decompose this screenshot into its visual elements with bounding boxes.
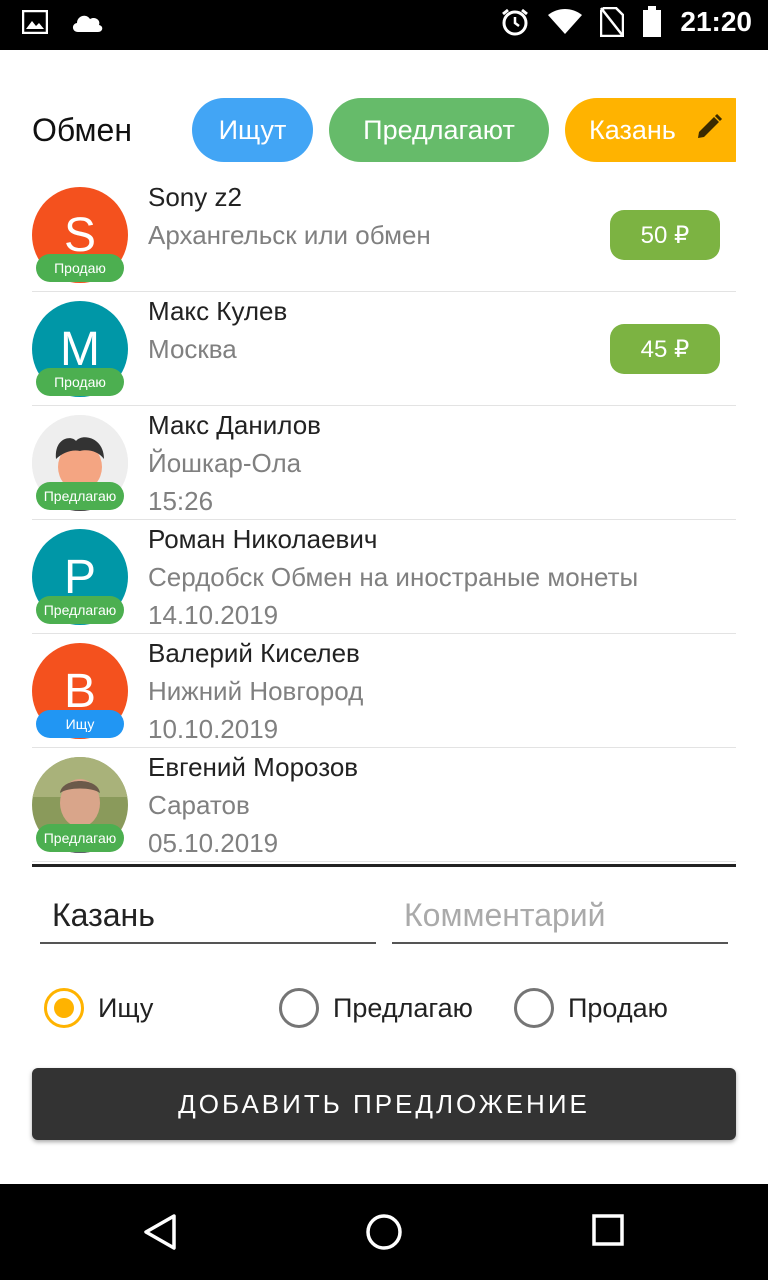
- radio-unchecked-icon: [514, 988, 554, 1028]
- listing-name: Sony z2: [148, 182, 242, 212]
- listing-subtitle: Сердобск Обмен на иностраные монеты: [148, 562, 639, 592]
- list-item[interactable]: Предлагаю Евгений Морозов Саратов 05.10.…: [32, 748, 736, 862]
- status-badge: Предлагаю: [36, 596, 124, 624]
- radio-label: Ищу: [98, 992, 154, 1023]
- section-divider: [32, 864, 736, 867]
- listing-date: 05.10.2019: [148, 828, 279, 858]
- listing-date: 14.10.2019: [148, 600, 279, 630]
- home-icon[interactable]: [364, 1212, 404, 1256]
- price-badge: 50 ₽: [610, 210, 720, 260]
- list-item[interactable]: P Предлагаю Роман Николаевич Сердобск Об…: [32, 520, 736, 634]
- listing-subtitle: Нижний Новгород: [148, 676, 364, 706]
- status-badge: Продаю: [36, 368, 124, 396]
- comment-field[interactable]: Комментарий: [392, 888, 728, 944]
- filter-chip-seek[interactable]: Ищут: [192, 98, 313, 162]
- status-bar: 21:20: [0, 0, 768, 50]
- listing-name: Макс Кулев: [148, 296, 288, 326]
- radio-sell[interactable]: Продаю: [514, 988, 668, 1028]
- radio-checked-icon: [44, 988, 84, 1028]
- list-item[interactable]: Предлагаю Макс Данилов Йошкар-Ола 15:26: [32, 406, 736, 520]
- listing-date: 10.10.2019: [148, 714, 279, 744]
- battery-icon: [642, 6, 662, 38]
- header: Обмен Ищут Предлагают Казань: [0, 98, 768, 164]
- radio-label: Продаю: [568, 992, 668, 1023]
- page-title: Обмен: [32, 112, 132, 148]
- list-item[interactable]: B Ищу Валерий Киселев Нижний Новгород 10…: [32, 634, 736, 748]
- back-icon[interactable]: [140, 1212, 180, 1256]
- status-badge: Предлагаю: [36, 482, 124, 510]
- recents-icon[interactable]: [590, 1212, 626, 1252]
- listing-date: 15:26: [148, 486, 214, 516]
- listing-subtitle: Саратов: [148, 790, 250, 820]
- listings-list: S Продаю Sony z2 Архангельск или обмен 5…: [32, 178, 736, 864]
- pencil-icon: [694, 112, 724, 149]
- listing-subtitle: Москва: [148, 334, 237, 364]
- radio-unchecked-icon: [279, 988, 319, 1028]
- image-icon: [22, 10, 48, 34]
- status-badge: Предлагаю: [36, 824, 124, 852]
- no-sim-icon: [600, 7, 625, 37]
- list-item[interactable]: M Продаю Макс Кулев Москва 45 ₽: [32, 292, 736, 406]
- filter-chip-city[interactable]: Казань: [565, 98, 736, 162]
- clock: 21:20: [680, 6, 752, 37]
- city-chip-label: Казань: [589, 114, 676, 145]
- price-badge: 45 ₽: [610, 324, 720, 374]
- listing-subtitle: Архангельск или обмен: [148, 220, 431, 250]
- listing-name: Макс Данилов: [148, 410, 321, 440]
- listing-name: Роман Николаевич: [148, 524, 378, 554]
- status-badge: Ищу: [36, 710, 124, 738]
- navigation-bar: [0, 1184, 768, 1280]
- add-offer-button[interactable]: ДОБАВИТЬ ПРЕДЛОЖЕНИЕ: [32, 1068, 736, 1140]
- list-item[interactable]: S Продаю Sony z2 Архангельск или обмен 5…: [32, 178, 736, 292]
- filter-chip-offer[interactable]: Предлагают: [329, 98, 549, 162]
- alarm-icon: [500, 7, 530, 37]
- radio-offer[interactable]: Предлагаю: [279, 988, 473, 1028]
- cloud-icon: [70, 11, 104, 33]
- filter-chips: Ищут Предлагают Казань: [192, 98, 736, 162]
- wifi-icon: [548, 9, 583, 35]
- city-field[interactable]: Казань: [40, 888, 376, 944]
- radio-seek[interactable]: Ищу: [44, 988, 153, 1028]
- radio-label: Предлагаю: [333, 992, 473, 1023]
- listing-subtitle: Йошкар-Ола: [148, 448, 302, 478]
- listing-name: Валерий Киселев: [148, 638, 360, 668]
- type-radio-group: Ищу Предлагаю Продаю: [0, 988, 768, 1032]
- status-badge: Продаю: [36, 254, 124, 282]
- listing-name: Евгений Морозов: [148, 752, 359, 782]
